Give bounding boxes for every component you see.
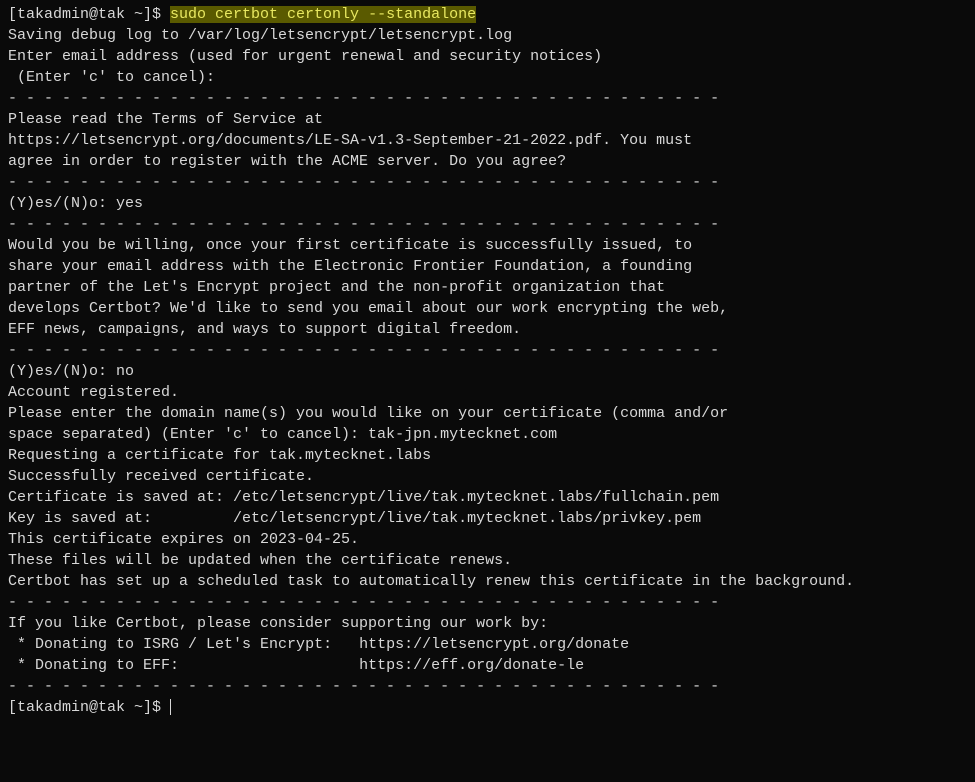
prompt-line-1: [takadmin@tak ~]$ sudo certbot certonly … xyxy=(8,4,967,25)
prompt-line-2[interactable]: [takadmin@tak ~]$ xyxy=(8,697,967,718)
divider-line: - - - - - - - - - - - - - - - - - - - - … xyxy=(8,88,967,109)
output-line: This certificate expires on 2023-04-25. xyxy=(8,529,967,550)
command-text: sudo certbot certonly --standalone xyxy=(170,6,476,23)
output-line: If you like Certbot, please consider sup… xyxy=(8,613,967,634)
input-line: (Y)es/(N)o: no xyxy=(8,361,967,382)
shell-prompt: [takadmin@tak ~]$ xyxy=(8,6,170,23)
output-line: (Enter 'c' to cancel): xyxy=(8,67,967,88)
shell-prompt: [takadmin@tak ~]$ xyxy=(8,699,170,716)
output-line: space separated) (Enter 'c' to cancel): … xyxy=(8,424,967,445)
divider-line: - - - - - - - - - - - - - - - - - - - - … xyxy=(8,592,967,613)
output-line: share your email address with the Electr… xyxy=(8,256,967,277)
divider-line: - - - - - - - - - - - - - - - - - - - - … xyxy=(8,676,967,697)
output-line: * Donating to EFF: https://eff.org/donat… xyxy=(8,655,967,676)
output-line: Certbot has set up a scheduled task to a… xyxy=(8,571,967,592)
output-line: Account registered. xyxy=(8,382,967,403)
output-line: partner of the Let's Encrypt project and… xyxy=(8,277,967,298)
output-line: These files will be updated when the cer… xyxy=(8,550,967,571)
divider-line: - - - - - - - - - - - - - - - - - - - - … xyxy=(8,340,967,361)
output-line: Key is saved at: /etc/letsencrypt/live/t… xyxy=(8,508,967,529)
output-line: agree in order to register with the ACME… xyxy=(8,151,967,172)
cursor xyxy=(170,699,171,715)
output-line: EFF news, campaigns, and ways to support… xyxy=(8,319,967,340)
divider-line: - - - - - - - - - - - - - - - - - - - - … xyxy=(8,214,967,235)
input-line: (Y)es/(N)o: yes xyxy=(8,193,967,214)
output-line: Would you be willing, once your first ce… xyxy=(8,235,967,256)
output-line: Successfully received certificate. xyxy=(8,466,967,487)
output-line: Please read the Terms of Service at xyxy=(8,109,967,130)
divider-line: - - - - - - - - - - - - - - - - - - - - … xyxy=(8,172,967,193)
output-line: Requesting a certificate for tak.myteckn… xyxy=(8,445,967,466)
output-line: Saving debug log to /var/log/letsencrypt… xyxy=(8,25,967,46)
output-line: Enter email address (used for urgent ren… xyxy=(8,46,967,67)
output-line: develops Certbot? We'd like to send you … xyxy=(8,298,967,319)
output-line: Please enter the domain name(s) you woul… xyxy=(8,403,967,424)
output-line: https://letsencrypt.org/documents/LE-SA-… xyxy=(8,130,967,151)
output-line: Certificate is saved at: /etc/letsencryp… xyxy=(8,487,967,508)
output-line: * Donating to ISRG / Let's Encrypt: http… xyxy=(8,634,967,655)
